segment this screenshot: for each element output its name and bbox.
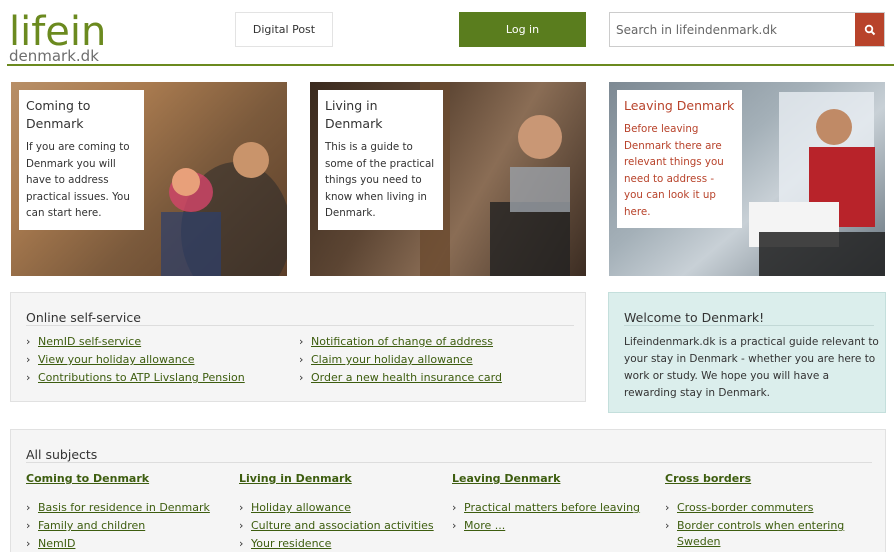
chevron-right-icon: › xyxy=(239,537,244,550)
subject-heading-coming[interactable]: Coming to Denmark xyxy=(26,472,149,485)
service-link[interactable]: › Claim your holiday allowance xyxy=(299,353,473,366)
chevron-right-icon: › xyxy=(26,501,31,514)
subject-link-label: Holiday allowance xyxy=(251,501,351,514)
hero-text-box: Coming to Denmark If you are coming to D… xyxy=(19,90,144,230)
chevron-right-icon: › xyxy=(452,519,457,532)
hero-text-box: Living in Denmark This is a guide to som… xyxy=(318,90,443,230)
service-link-label: Order a new health insurance card xyxy=(311,371,502,384)
hero-card-living[interactable]: Living in Denmark This is a guide to som… xyxy=(310,82,586,276)
chevron-right-icon: › xyxy=(239,501,244,514)
search-icon xyxy=(864,24,875,35)
panel-title: All subjects xyxy=(26,447,98,462)
chevron-right-icon: › xyxy=(26,335,31,348)
subject-link[interactable]: › More ... xyxy=(452,519,505,532)
chevron-right-icon: › xyxy=(299,353,304,366)
hero-card-coming[interactable]: Coming to Denmark If you are coming to D… xyxy=(11,82,287,276)
service-link[interactable]: › NemID self-service xyxy=(26,335,141,348)
subject-link[interactable]: › Your residence xyxy=(239,537,331,550)
service-link-label: Notification of change of address xyxy=(311,335,494,348)
search-button[interactable] xyxy=(855,13,884,46)
subject-link-label: Sweden xyxy=(677,535,721,548)
panel-divider xyxy=(26,462,872,463)
logo-line-2: denmark.dk xyxy=(9,47,99,65)
service-link-label: Claim your holiday allowance xyxy=(311,353,473,366)
welcome-panel: Welcome to Denmark! Lifeindenmark.dk is … xyxy=(608,292,886,413)
chevron-right-icon: › xyxy=(239,519,244,532)
hero-card-leaving[interactable]: Leaving Denmark Before leaving Denmark t… xyxy=(609,82,885,276)
login-button[interactable]: Log in xyxy=(459,12,586,47)
service-link-label: NemID self-service xyxy=(38,335,142,348)
chevron-right-icon: › xyxy=(299,335,304,348)
subject-link[interactable]: › Basis for residence in Denmark xyxy=(26,501,210,514)
subject-link-label: Practical matters before leaving xyxy=(464,501,641,514)
subject-link-label: Culture and association activities xyxy=(251,519,434,532)
hero-text: Before leaving Denmark there are relevan… xyxy=(624,123,724,218)
online-self-service-panel: Online self-service › NemID self-service … xyxy=(10,292,586,402)
subject-heading-living[interactable]: Living in Denmark xyxy=(239,472,352,485)
chevron-right-icon: › xyxy=(665,501,670,514)
service-link[interactable]: › View your holiday allowance xyxy=(26,353,194,366)
panel-divider xyxy=(26,325,574,326)
chevron-right-icon: › xyxy=(665,519,670,532)
subject-link-label: Border controls when entering xyxy=(677,519,845,532)
hero-title[interactable]: Coming to Denmark xyxy=(26,97,137,133)
site-logo[interactable]: lifein denmark.dk xyxy=(9,12,106,64)
subject-link-label: Cross-border commuters xyxy=(677,501,814,514)
subject-link-label: NemID xyxy=(38,537,76,550)
service-link[interactable]: › Contributions to ATP Livslang Pension xyxy=(26,371,245,384)
subject-heading-leaving[interactable]: Leaving Denmark xyxy=(452,472,560,485)
search-input[interactable] xyxy=(610,13,855,46)
subject-link-label: More ... xyxy=(464,519,506,532)
chevron-right-icon: › xyxy=(26,353,31,366)
subject-link-continued[interactable]: Sweden xyxy=(677,535,720,548)
service-link[interactable]: › Notification of change of address xyxy=(299,335,493,348)
subject-link-label: Family and children xyxy=(38,519,146,532)
chevron-right-icon: › xyxy=(26,537,31,550)
header-divider xyxy=(7,64,894,66)
subject-link-label: Your residence xyxy=(251,537,332,550)
hero-title[interactable]: Living in Denmark xyxy=(325,97,436,133)
all-subjects-panel: All subjects Coming to Denmark Living in… xyxy=(10,429,886,552)
hero-text-box: Leaving Denmark Before leaving Denmark t… xyxy=(617,90,742,228)
hero-text: This is a guide to some of the practical… xyxy=(325,141,435,219)
service-link[interactable]: › Order a new health insurance card xyxy=(299,371,502,384)
welcome-text: Lifeindenmark.dk is a practical guide re… xyxy=(624,336,879,399)
service-link-label: View your holiday allowance xyxy=(38,353,195,366)
subject-link[interactable]: › Culture and association activities xyxy=(239,519,434,532)
welcome-title: Welcome to Denmark! xyxy=(624,310,765,325)
welcome-divider xyxy=(624,325,874,326)
search-bar xyxy=(609,12,885,47)
subject-link[interactable]: › Practical matters before leaving xyxy=(452,501,640,514)
panel-title: Online self-service xyxy=(26,310,141,325)
hero-text: If you are coming to Denmark you will ha… xyxy=(26,141,130,219)
chevron-right-icon: › xyxy=(452,501,457,514)
subject-link[interactable]: › Border controls when entering xyxy=(665,519,844,532)
subject-link[interactable]: › Cross-border commuters xyxy=(665,501,813,514)
subject-link[interactable]: › Holiday allowance xyxy=(239,501,351,514)
digital-post-button[interactable]: Digital Post xyxy=(235,12,333,47)
service-link-label: Contributions to ATP Livslang Pension xyxy=(38,371,245,384)
subject-link[interactable]: › NemID xyxy=(26,537,75,550)
subject-link[interactable]: › Family and children xyxy=(26,519,145,532)
chevron-right-icon: › xyxy=(26,371,31,384)
subject-link-label: Basis for residence in Denmark xyxy=(38,501,210,514)
chevron-right-icon: › xyxy=(299,371,304,384)
subject-heading-cross-borders[interactable]: Cross borders xyxy=(665,472,751,485)
hero-title[interactable]: Leaving Denmark xyxy=(624,97,735,115)
logo-line-1: lifein xyxy=(9,9,107,55)
chevron-right-icon: › xyxy=(26,519,31,532)
